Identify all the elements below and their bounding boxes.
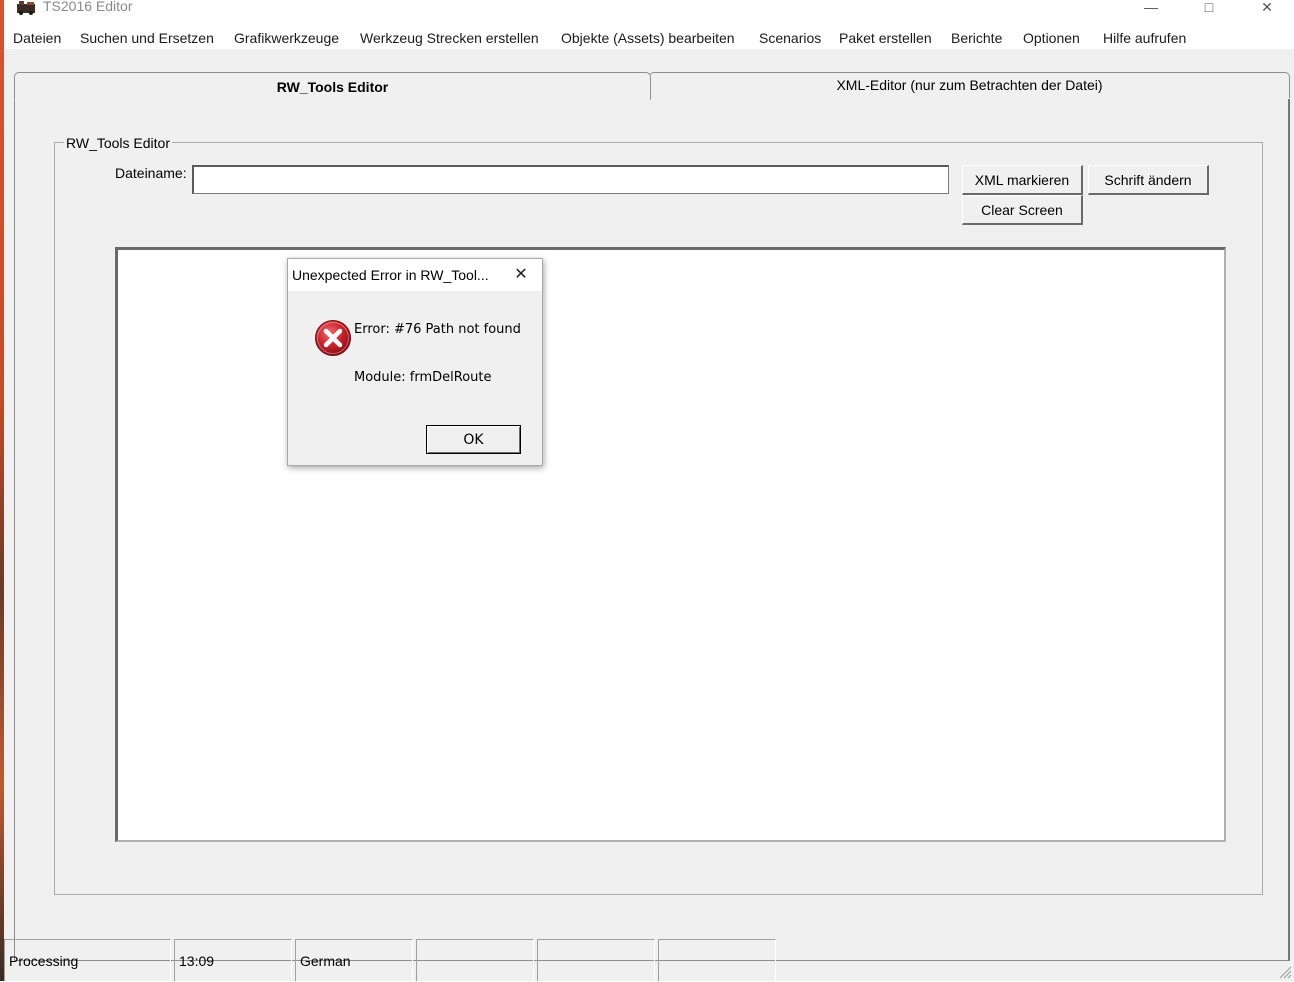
menu-scenarios[interactable]: Scenarios (759, 30, 821, 46)
maximize-icon[interactable]: □ (1186, 0, 1232, 16)
editor-text-area[interactable] (115, 247, 1226, 842)
client-area: RW_Tools Editor XML-Editor (nur zum Betr… (4, 49, 1294, 981)
status-language: German (295, 939, 413, 981)
status-panel-6 (658, 939, 776, 981)
dialog-close-icon[interactable]: ✕ (506, 266, 536, 286)
menu-grafikwerkzeuge[interactable]: Grafikwerkzeuge (234, 30, 339, 46)
title-bar: TS2016 Editor — □ ✕ (4, 0, 1294, 17)
dialog-title: Unexpected Error in RW_Tool... (292, 267, 489, 283)
menu-paket-erstellen[interactable]: Paket erstellen (839, 30, 932, 46)
menu-objekte-bearbeiten[interactable]: Objekte (Assets) bearbeiten (561, 30, 735, 46)
status-panel-5 (537, 939, 655, 981)
minimize-icon[interactable]: — (1128, 0, 1174, 16)
menu-werkzeug-strecken-erstellen[interactable]: Werkzeug Strecken erstellen (360, 30, 539, 46)
menu-bar: Dateien Suchen und Ersetzen Grafikwerkze… (4, 27, 1294, 49)
error-message: Error: #76 Path not found (354, 322, 521, 337)
dialog-titlebar: Unexpected Error in RW_Tool... ✕ (288, 259, 542, 291)
status-processing: Processing (4, 939, 171, 981)
menu-berichte[interactable]: Berichte (951, 30, 1002, 46)
window-title: TS2016 Editor (43, 0, 133, 14)
tab-rw-tools-editor[interactable]: RW_Tools Editor (14, 72, 651, 100)
menu-optionen[interactable]: Optionen (1023, 30, 1080, 46)
ok-button[interactable]: OK (426, 425, 521, 454)
error-dialog: Unexpected Error in RW_Tool... ✕ Error: … (287, 258, 543, 466)
close-icon[interactable]: ✕ (1244, 0, 1290, 16)
status-bar: Processing 13:09 German (4, 939, 1294, 981)
status-panel-4 (416, 939, 534, 981)
resize-grip-icon[interactable] (1278, 965, 1292, 979)
menu-dateien[interactable]: Dateien (13, 30, 61, 46)
filename-label: Dateiname: (115, 165, 187, 181)
app-icon (17, 1, 35, 15)
groupbox-label: RW_Tools Editor (64, 135, 173, 151)
schrift-aendern-button[interactable]: Schrift ändern (1088, 165, 1209, 195)
menu-hilfe-aufrufen[interactable]: Hilfe aufrufen (1103, 30, 1186, 46)
menu-suchen-und-ersetzen[interactable]: Suchen und Ersetzen (80, 30, 214, 46)
error-icon (315, 320, 351, 356)
status-time: 13:09 (174, 939, 292, 981)
xml-markieren-button[interactable]: XML markieren (962, 165, 1083, 195)
clear-screen-button[interactable]: Clear Screen (962, 195, 1083, 225)
filename-input[interactable] (192, 165, 949, 194)
error-module: Module: frmDelRoute (354, 370, 492, 385)
tab-xml-editor[interactable]: XML-Editor (nur zum Betrachten der Datei… (649, 72, 1290, 98)
